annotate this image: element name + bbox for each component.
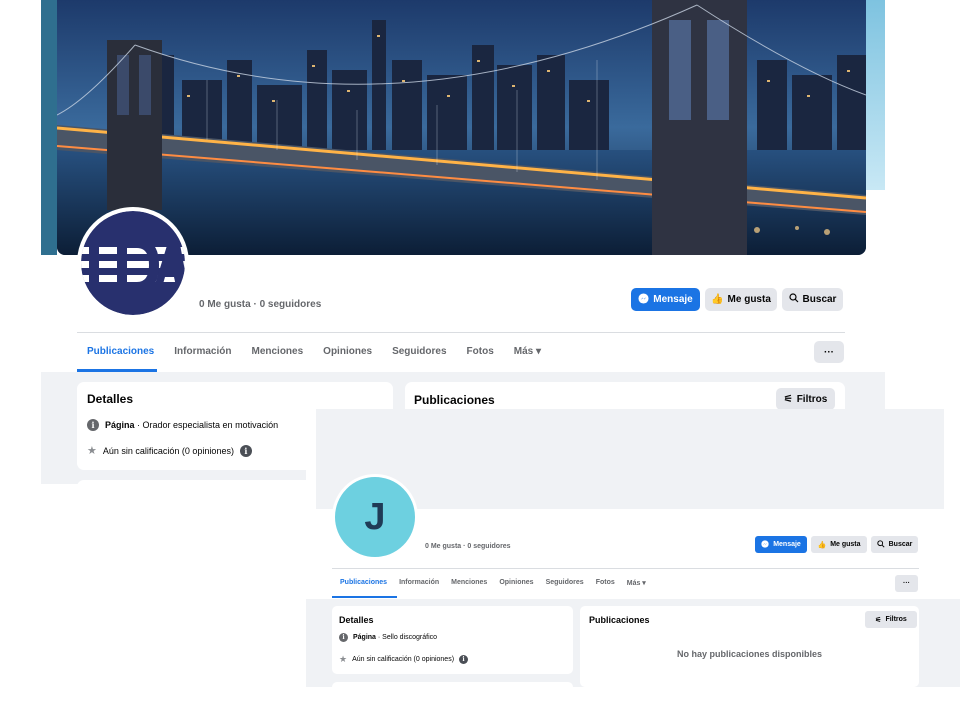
like-button[interactable]: 👍 Me gusta (705, 288, 777, 311)
details-title: Detalles (87, 392, 134, 406)
thumbs-up-icon: 👍 (817, 541, 827, 549)
messenger-icon (638, 292, 649, 307)
message-button-label: Mensaje (773, 541, 801, 548)
tab-mas[interactable]: Más ▾ (627, 579, 646, 587)
more-options-button[interactable]: ··· (814, 341, 844, 363)
filters-button-label: Filtros (885, 616, 907, 623)
empty-posts-message: No hay publicaciones disponibles (676, 649, 823, 659)
rating-row: ★ Aún sin calificación (0 opiniones) i (87, 444, 252, 457)
tab-menciones[interactable]: Menciones (451, 579, 487, 587)
cover-bridge-image (57, 0, 866, 255)
rating-text: Aún sin calificación (0 opiniones) (102, 445, 234, 456)
posts-title: Publicaciones (589, 615, 650, 625)
tab-seguidores[interactable]: Seguidores (546, 579, 584, 587)
like-button-label: Me gusta (830, 541, 861, 548)
tab-fotos[interactable]: Fotos (467, 346, 494, 357)
active-tab-indicator (332, 596, 397, 598)
page-type-row: i Página · Sello discográfico (339, 633, 437, 642)
star-icon: ★ (87, 445, 97, 457)
message-button-label: Mensaje (653, 294, 693, 305)
tab-fotos[interactable]: Fotos (596, 579, 615, 587)
filters-button-label: Filtros (796, 393, 828, 405)
left-edge-strip (41, 0, 57, 255)
page-avatar-j[interactable]: J (332, 474, 418, 560)
right-edge-strip (866, 0, 885, 190)
info-icon: i (339, 633, 348, 642)
page-front-panel: J 0 Me gusta · 0 seguidores Mensaje 👍 Me… (306, 409, 960, 687)
like-button-label: Me gusta (727, 294, 771, 305)
profile-tabs: Publicaciones Información Menciones Opin… (87, 346, 541, 357)
filters-button[interactable]: ⚟ Filtros (865, 611, 917, 628)
search-icon (876, 539, 885, 550)
tab-opiniones[interactable]: Opiniones (499, 579, 533, 587)
tab-publicaciones[interactable]: Publicaciones (87, 346, 154, 357)
search-button[interactable]: Buscar (871, 536, 918, 553)
page-type-value: · Orador especialista en motivación (134, 420, 279, 430)
messenger-icon (761, 539, 769, 550)
rating-info-icon[interactable]: i (459, 655, 469, 664)
page-type-label: Página (353, 634, 376, 641)
next-card-top (332, 682, 573, 687)
search-button-label: Buscar (888, 541, 913, 548)
page-avatar-fda[interactable] (77, 207, 189, 319)
posts-title: Publicaciones (414, 393, 495, 407)
rating-text: Aún sin calificación (0 opiniones) (352, 656, 455, 663)
tab-opiniones[interactable]: Opiniones (323, 346, 372, 357)
thumbs-up-icon: 👍 (711, 294, 724, 305)
tab-informacion[interactable]: Información (399, 579, 439, 587)
page-type-text: Página · Sello discográfico (353, 634, 437, 641)
tab-seguidores[interactable]: Seguidores (392, 346, 446, 357)
sliders-icon: ⚟ (875, 616, 882, 624)
header-divider (332, 568, 919, 569)
sliders-icon: ⚟ (783, 393, 793, 405)
tab-mas[interactable]: Más ▾ (514, 346, 541, 357)
page-type-row: i Página · Orador especialista en motiva… (87, 419, 278, 431)
fda-logo-icon (81, 211, 185, 315)
page-type-value: · Sello discográfico (375, 634, 438, 641)
message-button[interactable]: Mensaje (755, 536, 807, 553)
profile-tabs: Publicaciones Información Menciones Opin… (340, 579, 646, 587)
tab-informacion[interactable]: Información (174, 346, 231, 357)
likes-followers-count: 0 Me gusta · 0 seguidores (199, 299, 322, 310)
header-divider (77, 332, 845, 333)
like-button[interactable]: 👍 Me gusta (811, 536, 867, 553)
search-icon (788, 293, 799, 306)
page-type-label: Página (105, 420, 135, 430)
star-icon: ★ (339, 654, 348, 664)
rating-info-icon[interactable]: i (239, 444, 252, 457)
page-type-text: Página · Orador especialista en motivaci… (105, 420, 278, 430)
filters-button[interactable]: ⚟ Filtros (776, 388, 835, 410)
likes-followers-count: 0 Me gusta · 0 seguidores (425, 543, 511, 550)
more-options-button[interactable]: ··· (895, 575, 918, 592)
info-icon: i (87, 419, 99, 431)
search-button[interactable]: Buscar (782, 288, 843, 311)
details-title: Detalles (339, 615, 374, 625)
cover-photo[interactable] (57, 0, 866, 255)
rating-row: ★ Aún sin calificación (0 opiniones) i (339, 654, 469, 665)
search-button-label: Buscar (802, 294, 837, 305)
message-button[interactable]: Mensaje (631, 288, 700, 311)
tab-menciones[interactable]: Menciones (251, 346, 303, 357)
tab-publicaciones[interactable]: Publicaciones (340, 579, 387, 587)
